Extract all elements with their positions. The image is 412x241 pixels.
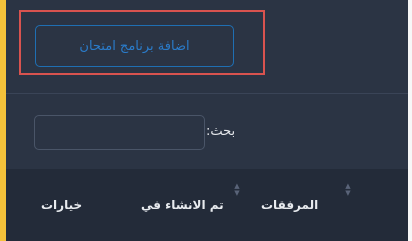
column-header-options: خيارات [41, 169, 82, 241]
column-header-attachments[interactable]: المرفقات [261, 169, 318, 241]
column-header-label: المرفقات [261, 198, 319, 212]
sort-icon[interactable]: ▲ ▼ [233, 183, 241, 199]
search-label: بحث: [206, 124, 236, 139]
table-header-row: المرفقات ▲ ▼ تم الانشاء في ▲ ▼ خيارات [6, 169, 408, 241]
column-header-label: تم الانشاء في [141, 198, 224, 212]
search-input[interactable] [34, 115, 205, 150]
screenshot-frame: اضافة برنامج امتحان بحث: المرفقات ▲ ▼ تم … [0, 0, 412, 241]
section-divider [6, 93, 408, 94]
sort-icon[interactable]: ▲ ▼ [344, 183, 352, 199]
add-exam-program-button[interactable]: اضافة برنامج امتحان [35, 25, 234, 67]
right-edge [408, 0, 412, 241]
column-header-label: خيارات [41, 198, 83, 212]
column-header-created-at[interactable]: تم الانشاء في [141, 169, 224, 241]
